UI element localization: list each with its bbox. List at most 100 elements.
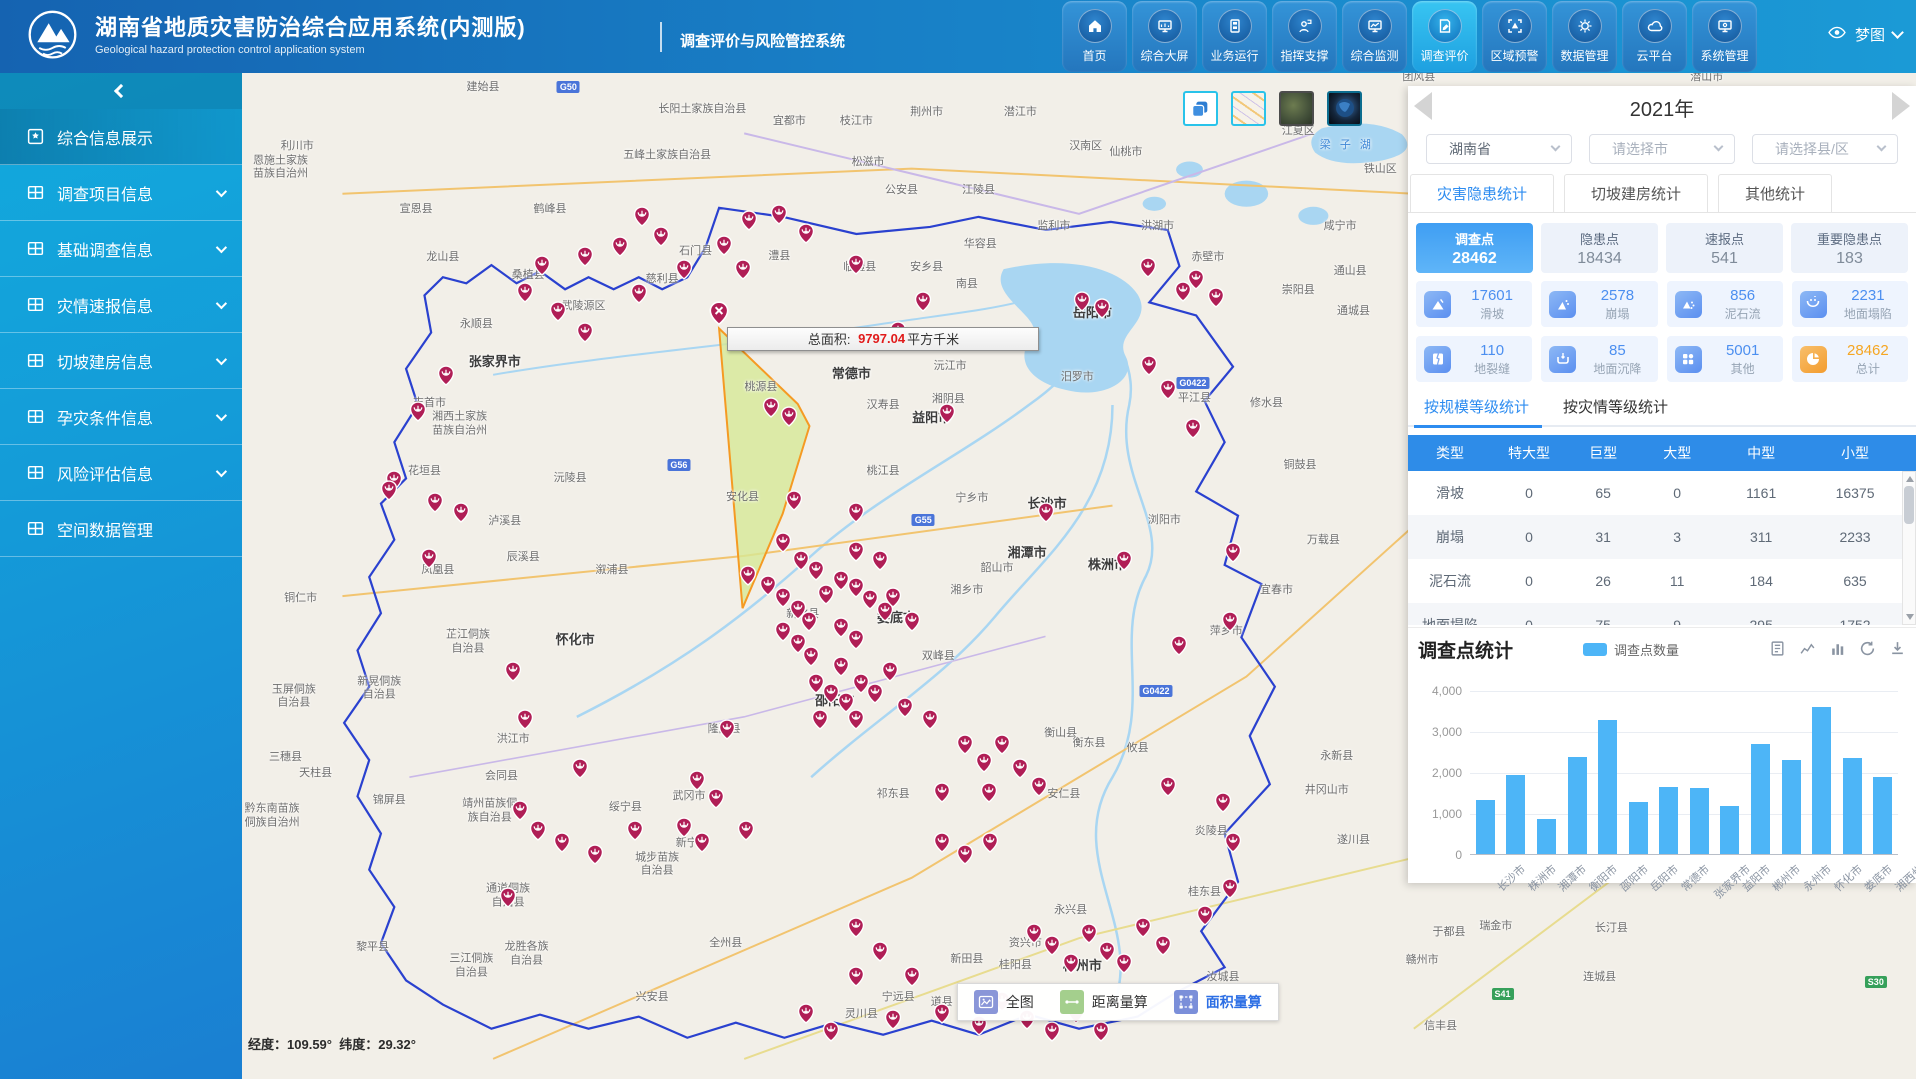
sidebar-item-孕灾条件信息[interactable]: 孕灾条件信息: [0, 389, 242, 445]
nav-item-业务运行[interactable]: 业务运行: [1202, 1, 1267, 72]
hazard-pin-icon[interactable]: [974, 752, 993, 776]
hazard-pin-icon[interactable]: [1043, 1021, 1062, 1045]
hazard-pin-icon[interactable]: [1080, 923, 1099, 947]
hazard-pin-icon[interactable]: [504, 661, 523, 685]
hazard-pin-icon[interactable]: [674, 817, 693, 841]
summary-card-速报点[interactable]: 速报点541: [1666, 223, 1783, 273]
hazard-pin-icon[interactable]: [956, 734, 975, 758]
hazard-pin-icon[interactable]: [1091, 1021, 1110, 1045]
hazard-pin-icon[interactable]: [895, 697, 914, 721]
nav-item-指挥支撑[interactable]: 指挥支撑: [1272, 1, 1337, 72]
hazard-pin-icon[interactable]: [797, 223, 816, 247]
bar-永州市[interactable]: [1782, 760, 1801, 855]
hazard-pin-icon[interactable]: [688, 770, 707, 794]
table-row[interactable]: 滑坡0650116116375: [1408, 471, 1902, 515]
hazard-pin-icon[interactable]: [761, 397, 780, 421]
hazard-pin-icon[interactable]: [549, 301, 568, 325]
nav-item-调查评价[interactable]: 调查评价: [1412, 1, 1477, 72]
nav-item-系统管理[interactable]: 系统管理: [1692, 1, 1757, 72]
hazard-pin-icon[interactable]: [902, 966, 921, 990]
hazard-pin-icon[interactable]: [626, 820, 645, 844]
table-row[interactable]: 泥石流02611184635: [1408, 559, 1902, 603]
satellite-thumbnail[interactable]: [1279, 91, 1314, 126]
hazard-pin-icon[interactable]: [740, 210, 759, 234]
hazard-pin-icon[interactable]: [576, 246, 595, 270]
type-card-崩塌[interactable]: 2578崩塌: [1541, 281, 1657, 327]
hazard-pin-icon[interactable]: [1140, 355, 1159, 379]
type-card-泥石流[interactable]: 856泥石流: [1667, 281, 1783, 327]
bar-岳阳市[interactable]: [1629, 802, 1648, 855]
nav-item-首页[interactable]: 首页: [1062, 1, 1127, 72]
hazard-pin-icon[interactable]: [773, 532, 792, 556]
hazard-pin-icon[interactable]: [800, 611, 819, 635]
hazard-pin-icon[interactable]: [807, 560, 826, 584]
nav-item-综合大屏[interactable]: 综合大屏: [1132, 1, 1197, 72]
hazard-pin-icon[interactable]: [1224, 542, 1243, 566]
sidebar-item-综合信息展示[interactable]: 综合信息展示: [0, 109, 242, 165]
hazard-pin-icon[interactable]: [738, 565, 757, 589]
region-select-1[interactable]: 请选择市: [1589, 134, 1735, 164]
table-row[interactable]: 崩塌03133112233: [1408, 515, 1902, 559]
bar-湘潭市[interactable]: [1537, 819, 1556, 855]
hazard-pin-icon[interactable]: [1183, 418, 1202, 442]
hazard-pin-icon[interactable]: [847, 502, 866, 526]
hazard-pin-icon[interactable]: [785, 490, 804, 514]
hazard-pin-icon[interactable]: [499, 887, 518, 911]
hazard-pin-icon[interactable]: [847, 254, 866, 278]
globe-thumbnail[interactable]: [1327, 91, 1362, 126]
linechart-icon[interactable]: [1799, 640, 1816, 660]
eye-icon[interactable]: [1827, 24, 1847, 45]
hazard-pin-icon[interactable]: [884, 587, 903, 611]
hazard-pin-icon[interactable]: [1093, 298, 1112, 322]
hazard-pin-icon[interactable]: [1207, 287, 1226, 311]
hazard-pin-icon[interactable]: [1213, 792, 1232, 816]
hazard-pin-icon[interactable]: [1133, 917, 1152, 941]
tab-切坡建房统计[interactable]: 切坡建房统计: [1564, 174, 1708, 212]
measure-button-距离量算[interactable]: 距离量算: [1060, 990, 1148, 1014]
hazard-pin-icon[interactable]: [1061, 953, 1080, 977]
nav-item-云平台[interactable]: 云平台: [1622, 1, 1687, 72]
sidebar-item-调查项目信息[interactable]: 调查项目信息: [0, 165, 242, 221]
dataview-icon[interactable]: [1769, 640, 1786, 660]
hazard-pin-icon[interactable]: [1224, 832, 1243, 856]
hazard-pin-icon[interactable]: [552, 832, 571, 856]
hazard-pin-icon[interactable]: [452, 502, 471, 526]
nav-item-数据管理[interactable]: 数据管理: [1552, 1, 1617, 72]
hazard-pin-icon[interactable]: [822, 1021, 841, 1045]
hazard-pin-icon[interactable]: [832, 656, 851, 680]
hazard-pin-icon[interactable]: [992, 734, 1011, 758]
hazard-pin-icon[interactable]: [937, 403, 956, 427]
bar-邵阳市[interactable]: [1598, 720, 1617, 855]
type-card-地面塌陷[interactable]: 2231地面塌陷: [1792, 281, 1908, 327]
layers-icon[interactable]: [1183, 91, 1218, 126]
hazard-pin-icon[interactable]: [884, 1009, 903, 1033]
hazard-pin-icon[interactable]: [865, 683, 884, 707]
hazard-pin-icon[interactable]: [380, 480, 399, 504]
hazard-pin-icon[interactable]: [979, 782, 998, 806]
measure-button-面积量算[interactable]: 面积量算: [1174, 990, 1262, 1014]
hazard-pin-icon[interactable]: [1158, 379, 1177, 403]
hazard-pin-icon[interactable]: [437, 365, 456, 389]
download-icon[interactable]: [1889, 640, 1906, 660]
hazard-pin-icon[interactable]: [1153, 935, 1172, 959]
chevron-down-icon[interactable]: [1891, 26, 1904, 39]
hazard-pin-icon[interactable]: [802, 646, 821, 670]
hazard-pin-icon[interactable]: [633, 206, 652, 230]
hazard-pin-icon[interactable]: [870, 941, 889, 965]
sidebar-item-灾情速报信息[interactable]: 灾情速报信息: [0, 277, 242, 333]
hazard-pin-icon[interactable]: [770, 204, 789, 228]
bar-常德市[interactable]: [1659, 787, 1678, 855]
bar-衡阳市[interactable]: [1568, 757, 1587, 855]
sidebar-item-切坡建房信息[interactable]: 切坡建房信息: [0, 333, 242, 389]
hazard-pin-icon[interactable]: [1220, 611, 1239, 635]
refresh-icon[interactable]: [1859, 640, 1876, 660]
hazard-pin-icon[interactable]: [1011, 758, 1030, 782]
summary-card-调查点[interactable]: 调查点28462: [1416, 223, 1533, 273]
hazard-pin-icon[interactable]: [576, 322, 595, 346]
street-thumbnail[interactable]: [1231, 91, 1266, 126]
hazard-pin-icon[interactable]: [1158, 776, 1177, 800]
type-card-滑坡[interactable]: 17601滑坡: [1416, 281, 1532, 327]
hazard-pin-icon[interactable]: [797, 1003, 816, 1027]
hazard-pin-icon[interactable]: [847, 541, 866, 565]
hazard-pin-icon[interactable]: [586, 844, 605, 868]
